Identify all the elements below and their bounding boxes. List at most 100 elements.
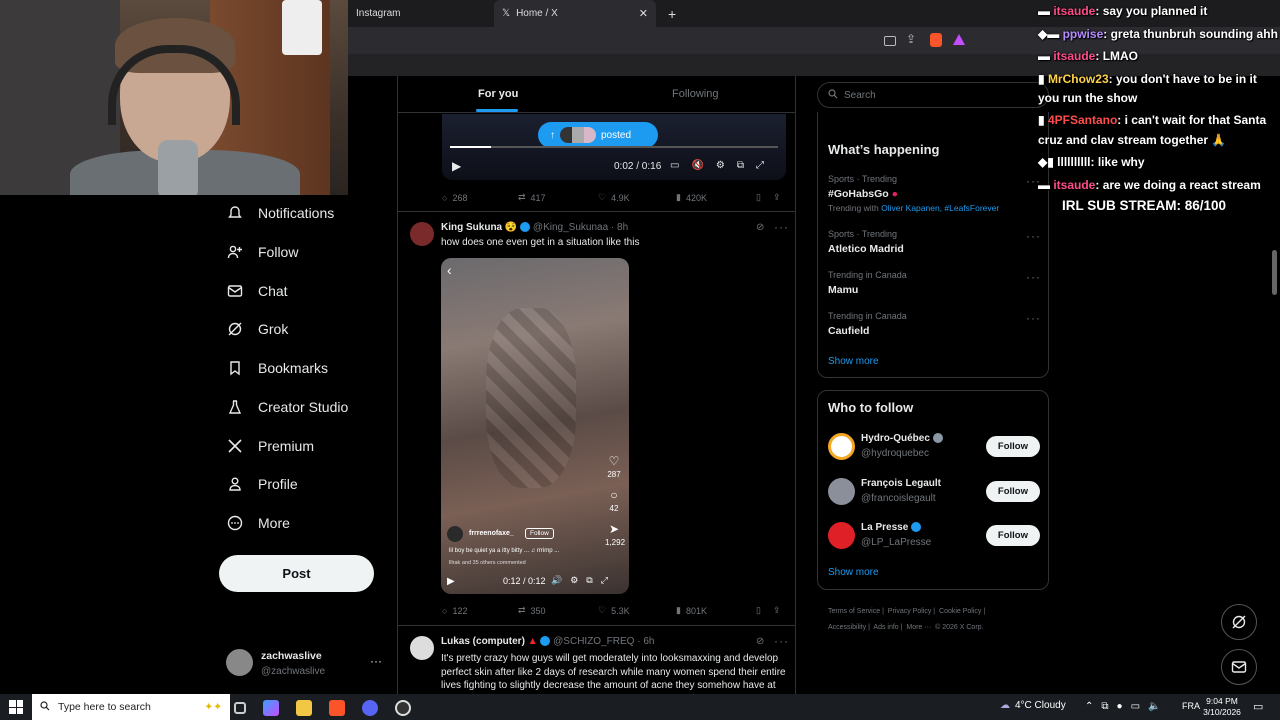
repost-button[interactable]: ⇄ 417 xyxy=(518,192,598,203)
tweet-time[interactable]: · 8h xyxy=(611,222,628,233)
reply-button[interactable]: ○ 268 xyxy=(442,193,518,203)
task-view-icon[interactable] xyxy=(234,702,246,714)
nav-notifications[interactable]: Notifications xyxy=(226,200,334,226)
account-switcher[interactable]: zachwaslive @zachwaslive ··· xyxy=(226,646,386,682)
repost-button[interactable]: ⇄ 350 xyxy=(518,605,598,616)
show-more-link[interactable]: Show more xyxy=(828,356,879,367)
tweet-time[interactable]: · 6h xyxy=(637,636,654,647)
cast-icon[interactable] xyxy=(884,36,896,46)
bookmark-icon[interactable]: ▯ xyxy=(756,605,761,616)
taskbar-search[interactable]: Type here to search ✦✦ xyxy=(32,694,230,720)
chevron-up-icon[interactable]: ⌃ xyxy=(1085,701,1093,712)
brave-rewards-icon[interactable] xyxy=(953,34,965,45)
chevron-left-icon[interactable]: ‹ xyxy=(447,262,452,278)
tab-following[interactable]: Following xyxy=(672,88,718,100)
play-icon[interactable]: ▶ xyxy=(447,576,455,587)
battery-icon[interactable]: ▭ xyxy=(1131,701,1140,712)
author-handle[interactable]: @SCHIZO_FREQ xyxy=(553,636,634,647)
more-dots-icon[interactable]: ··· xyxy=(774,634,789,648)
fullscreen-icon[interactable]: ⤢ xyxy=(601,575,608,586)
fullscreen-icon[interactable]: ⤢ xyxy=(756,160,764,171)
notification-center-icon[interactable]: ▭ xyxy=(1253,700,1263,713)
nav-chat[interactable]: Chat xyxy=(226,278,288,304)
play-icon[interactable]: ▶ xyxy=(452,159,461,173)
weather-widget[interactable]: ☁ 4°C Cloudy xyxy=(1000,700,1066,711)
more-dots-icon[interactable]: ··· xyxy=(370,654,382,668)
file-explorer-icon[interactable] xyxy=(296,700,312,716)
footer-link[interactable]: Terms of Service xyxy=(828,608,880,615)
reply-button[interactable]: ○ 122 xyxy=(442,606,518,616)
footer-link[interactable]: More ··· xyxy=(906,624,931,631)
grok-icon[interactable]: ⊘ xyxy=(756,636,764,647)
trend-item[interactable]: Trending in Canada Caufield xyxy=(828,311,907,337)
pip-icon[interactable]: ⧉ xyxy=(737,160,744,171)
close-icon[interactable]: ✕ xyxy=(639,7,648,20)
captions-icon[interactable]: ▭ xyxy=(670,160,679,171)
new-tab-button[interactable]: + xyxy=(660,0,684,27)
new-posts-pill[interactable]: ↑ posted xyxy=(538,122,658,148)
follow-suggestion[interactable]: La Presse @LP_LaPresse Follow xyxy=(828,520,1040,550)
more-dots-icon[interactable]: ··· xyxy=(1026,311,1041,325)
windows-start-icon[interactable] xyxy=(9,700,23,714)
comment-icon[interactable]: ○ xyxy=(605,488,623,504)
messages-button[interactable] xyxy=(1221,649,1257,685)
post-button[interactable]: Post xyxy=(219,555,374,592)
send-icon[interactable]: ➤ xyxy=(605,522,623,538)
video-follow-button[interactable]: Follow xyxy=(525,528,554,539)
nav-follow[interactable]: Follow xyxy=(226,239,298,265)
author-name[interactable]: King Sukuna xyxy=(441,222,502,233)
avatar[interactable] xyxy=(410,636,434,660)
clock[interactable]: 9:04 PM 3/10/2026 xyxy=(1202,696,1242,718)
video-player[interactable]: ↑ posted ▶ 0:02 / 0:16 ▭ 🔇 ⚙ ⧉ ⤢ xyxy=(442,114,786,180)
follow-button[interactable]: Follow xyxy=(985,480,1040,502)
volume-icon[interactable]: 🔈 xyxy=(1148,701,1160,712)
grok-button[interactable] xyxy=(1221,604,1257,640)
pip-icon[interactable]: ⧉ xyxy=(586,575,592,586)
trend-extra-links[interactable]: Oliver Kapanen, #LeafsForever xyxy=(881,203,999,213)
nav-profile[interactable]: Profile xyxy=(226,471,298,497)
follow-button[interactable]: Follow xyxy=(985,435,1040,457)
share-icon[interactable]: ⇪ xyxy=(773,192,781,203)
like-button[interactable]: ♡ 4.9K xyxy=(598,192,676,203)
follow-suggestion[interactable]: Hydro-Québec @hydroquebec Follow xyxy=(828,431,1040,461)
mic-icon[interactable]: ● xyxy=(1117,701,1123,712)
share-icon[interactable]: ⇪ xyxy=(906,32,916,46)
footer-link[interactable]: Ads info xyxy=(873,624,898,631)
nav-premium[interactable]: Premium xyxy=(226,433,314,459)
search-input[interactable]: Search xyxy=(817,82,1049,108)
footer-link[interactable]: Privacy Policy xyxy=(888,608,932,615)
copilot-icon[interactable] xyxy=(263,700,279,716)
tab-for-you[interactable]: For you xyxy=(478,88,518,100)
trend-item[interactable]: Sports · Trending #GoHabsGo ● Trending w… xyxy=(828,174,1040,213)
avatar[interactable] xyxy=(410,222,434,246)
mute-icon[interactable]: 🔇 xyxy=(691,160,703,171)
author-name[interactable]: Lukas (computer) xyxy=(441,636,525,647)
tab-instagram[interactable]: Instagram xyxy=(348,0,494,27)
nav-more[interactable]: More xyxy=(226,510,290,536)
nav-grok[interactable]: Grok xyxy=(226,316,288,342)
language-indicator[interactable]: FRA xyxy=(1182,701,1200,711)
gear-icon[interactable]: ⚙ xyxy=(716,160,725,171)
obs-icon[interactable] xyxy=(395,700,411,716)
brave-shield-icon[interactable] xyxy=(930,33,942,47)
share-icon[interactable]: ⇪ xyxy=(773,605,781,616)
footer-link[interactable]: Cookie Policy xyxy=(939,608,981,615)
author-handle[interactable]: @King_Sukunaa xyxy=(533,222,608,233)
follow-button[interactable]: Follow xyxy=(985,524,1040,546)
more-dots-icon[interactable]: ··· xyxy=(774,220,789,234)
show-more-link[interactable]: Show more xyxy=(828,567,879,578)
brave-browser-icon[interactable] xyxy=(329,700,345,716)
bookmark-icon[interactable]: ▯ xyxy=(756,192,761,203)
tab-home-x[interactable]: 𝕏 Home / X ✕ xyxy=(494,0,656,27)
views-button[interactable]: ▮ 420K xyxy=(676,192,756,203)
network-icon[interactable]: ⧉ xyxy=(1101,701,1108,712)
scrollbar-thumb[interactable] xyxy=(1272,250,1277,295)
trend-item[interactable]: Sports · Trending Atletico Madrid xyxy=(828,229,904,255)
more-dots-icon[interactable]: ··· xyxy=(1026,229,1041,243)
video-player[interactable]: ‹ ♡ 287 ○ 42 ➤ 1,292 frrreenofaxe_ Follo… xyxy=(441,258,629,594)
gear-icon[interactable]: ⚙ xyxy=(570,575,578,586)
volume-icon[interactable]: 🔊 xyxy=(551,575,562,586)
trend-item[interactable]: Trending in Canada Mamu xyxy=(828,270,907,296)
heart-icon[interactable]: ♡ xyxy=(605,454,623,470)
footer-link[interactable]: Accessibility xyxy=(828,624,866,631)
